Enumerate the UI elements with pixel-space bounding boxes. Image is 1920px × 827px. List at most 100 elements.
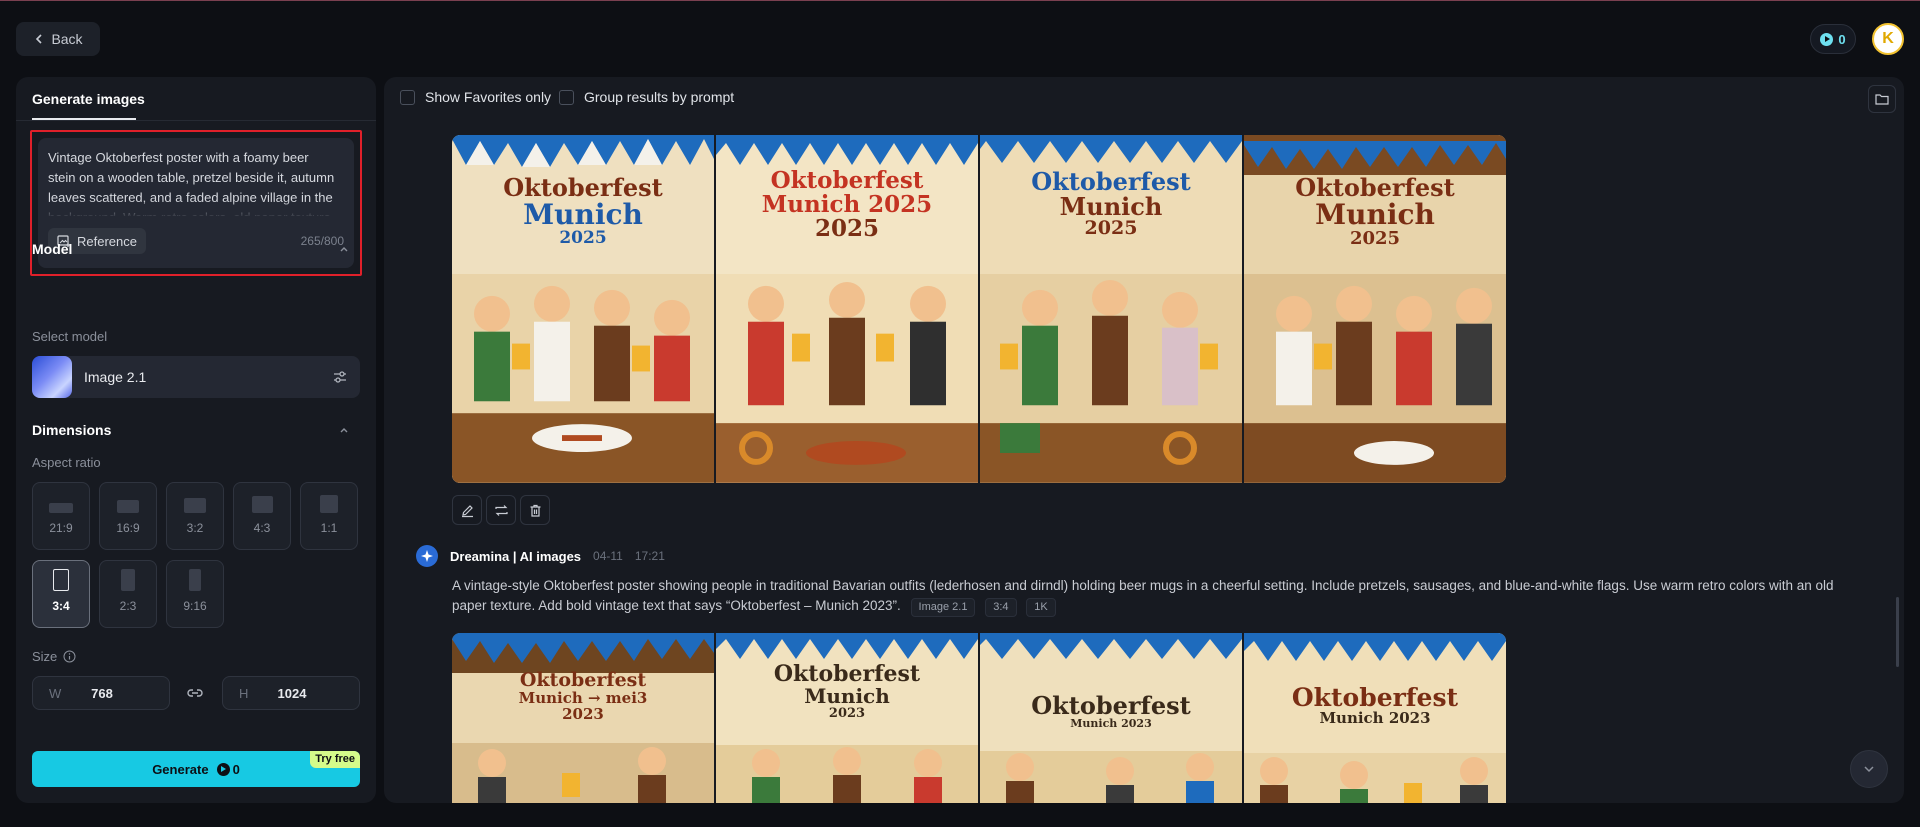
checkbox[interactable] [559, 89, 574, 105]
generated-image[interactable]: Oktoberfest Munich 2023 [716, 633, 978, 803]
poster-line: Oktoberfest [1031, 167, 1191, 196]
resolution-tag: 1K [1026, 598, 1056, 617]
ratio-label: 3:4 [52, 599, 70, 613]
back-button[interactable]: Back [16, 22, 100, 56]
bunting-flags [452, 633, 714, 673]
credits-pill[interactable]: 0 [1810, 24, 1856, 54]
ratio-option[interactable]: 4:3 [233, 482, 291, 550]
folder-icon [1875, 94, 1889, 105]
generated-image[interactable]: Oktoberfest Munich → mei3 2023 [452, 633, 714, 803]
trash-icon [530, 504, 540, 517]
generate-button[interactable]: Generate 0 Try free [32, 751, 360, 787]
ratio-tag: 3:4 [985, 598, 1017, 617]
avatar[interactable]: K [1872, 23, 1904, 55]
crowd-illustration [452, 743, 714, 803]
ratio-option[interactable]: 2:3 [99, 560, 157, 628]
poster-line: Munich [1059, 192, 1163, 222]
edit-button[interactable] [452, 495, 482, 525]
width-input[interactable]: W 768 [32, 676, 170, 710]
repeat-icon [494, 504, 508, 516]
settings-sliders-icon[interactable] [332, 369, 348, 385]
reference-label: Reference [77, 233, 137, 249]
ratio-option[interactable]: 3:2 [166, 482, 224, 550]
poster-line: Oktoberfest [773, 661, 921, 687]
crowd-illustration [716, 274, 978, 483]
dimensions-section-title[interactable]: Dimensions [32, 422, 111, 438]
poster-line: Oktoberfest [519, 669, 647, 691]
model-name: Image 2.1 [84, 369, 147, 385]
results-panel: Show Favorites only Group results by pro… [384, 77, 1904, 803]
credits-count: 0 [1838, 31, 1846, 47]
crowd-illustration [980, 751, 1242, 803]
size-label: Size [32, 649, 58, 664]
prompt-input[interactable]: Vintage Oktoberfest poster with a foamy … [38, 138, 354, 268]
scroll-down-button[interactable] [1850, 750, 1888, 788]
pencil-icon [461, 504, 473, 517]
window-top-edge [0, 0, 1920, 1]
model-section-title[interactable]: Model [32, 241, 72, 257]
generation-date: 04-11 [593, 549, 623, 563]
poster-title: Oktoberfest Munich 2025 [452, 175, 714, 247]
scrollbar[interactable] [1896, 597, 1899, 667]
model-thumbnail [32, 356, 72, 398]
bunting-flags [452, 135, 714, 167]
ratio-option[interactable]: 1:1 [300, 482, 358, 550]
generation-prompt[interactable]: A vintage-style Oktoberfest poster showi… [452, 576, 1852, 617]
credit-coin-icon [1820, 32, 1834, 46]
tab-generate-images[interactable]: Generate images [32, 91, 145, 107]
ratio-shape [251, 496, 273, 513]
aspect-ratio-label: Aspect ratio [32, 455, 101, 470]
generated-image[interactable]: Oktoberfest Munich 2025 [452, 135, 714, 483]
try-free-badge: Try free [310, 751, 360, 768]
delete-button[interactable] [520, 495, 550, 525]
ratio-option[interactable]: 9:16 [166, 560, 224, 628]
bunting-flags [980, 633, 1242, 659]
ratio-label: 16:9 [116, 521, 140, 535]
ratio-shape [49, 503, 73, 513]
poster-line: Oktoberfest [503, 173, 663, 202]
show-favorites-toggle[interactable]: Show Favorites only [400, 89, 551, 105]
poster-title: Oktoberfest Munich 2025 [1244, 175, 1506, 248]
group-results-toggle[interactable]: Group results by prompt [559, 89, 734, 105]
generated-image[interactable]: Oktoberfest Munich 2025 [980, 135, 1242, 483]
model-selector[interactable]: Image 2.1 [32, 356, 360, 398]
crowd-illustration [452, 274, 714, 483]
chevron-up-icon[interactable] [338, 424, 350, 436]
bunting-flags [1244, 135, 1506, 175]
ratio-shape [184, 498, 206, 513]
generated-image[interactable]: Oktoberfest Munich 2025 [1244, 135, 1506, 483]
poster-title: Oktoberfest Munich 2023 [980, 693, 1242, 730]
ratio-shape [189, 569, 201, 591]
generated-image[interactable]: Oktoberfest Munich 2023 [1244, 633, 1506, 803]
regenerate-button[interactable] [486, 495, 516, 525]
model-tag: Image 2.1 [910, 598, 976, 617]
height-input[interactable]: H 1024 [222, 676, 360, 710]
poster-title: Oktoberfest Munich 2023 [1244, 684, 1506, 727]
back-label: Back [51, 31, 83, 47]
ratio-option-selected[interactable]: 3:4 [32, 560, 90, 628]
generation-header: Dreamina | AI images 04-11 17:21 [416, 545, 665, 567]
size-label-row: Size [32, 649, 76, 664]
poster-title: Oktoberfest Munich 2025 [980, 169, 1242, 239]
ratio-option[interactable]: 16:9 [99, 482, 157, 550]
generate-panel: Generate images Vintage Oktoberfest post… [16, 77, 376, 803]
dreamina-logo-icon [416, 545, 438, 567]
crowd-illustration [1244, 753, 1506, 803]
folder-button[interactable] [1868, 85, 1896, 113]
poster-line: Oktoberfest [1031, 691, 1191, 720]
image-grid-batch-1: Oktoberfest Munich 2025 Oktoberfest Munich … [452, 135, 1506, 483]
chevron-up-icon[interactable] [338, 243, 350, 255]
generation-author: Dreamina | AI images [450, 548, 582, 564]
ratio-label: 2:3 [119, 599, 137, 613]
ratio-option[interactable]: 21:9 [32, 482, 90, 550]
generated-image[interactable]: Oktoberfest Munich 2025 2025 [716, 135, 978, 483]
bunting-flags [1244, 633, 1506, 661]
crowd-illustration [1244, 274, 1506, 483]
group-results-label: Group results by prompt [584, 89, 735, 105]
generated-image[interactable]: Oktoberfest Munich 2023 [980, 633, 1242, 803]
link-icon[interactable] [186, 685, 204, 701]
credit-coin-icon [216, 762, 230, 776]
info-icon[interactable] [63, 650, 76, 663]
checkbox[interactable] [400, 89, 415, 105]
select-model-label: Select model [32, 329, 108, 344]
